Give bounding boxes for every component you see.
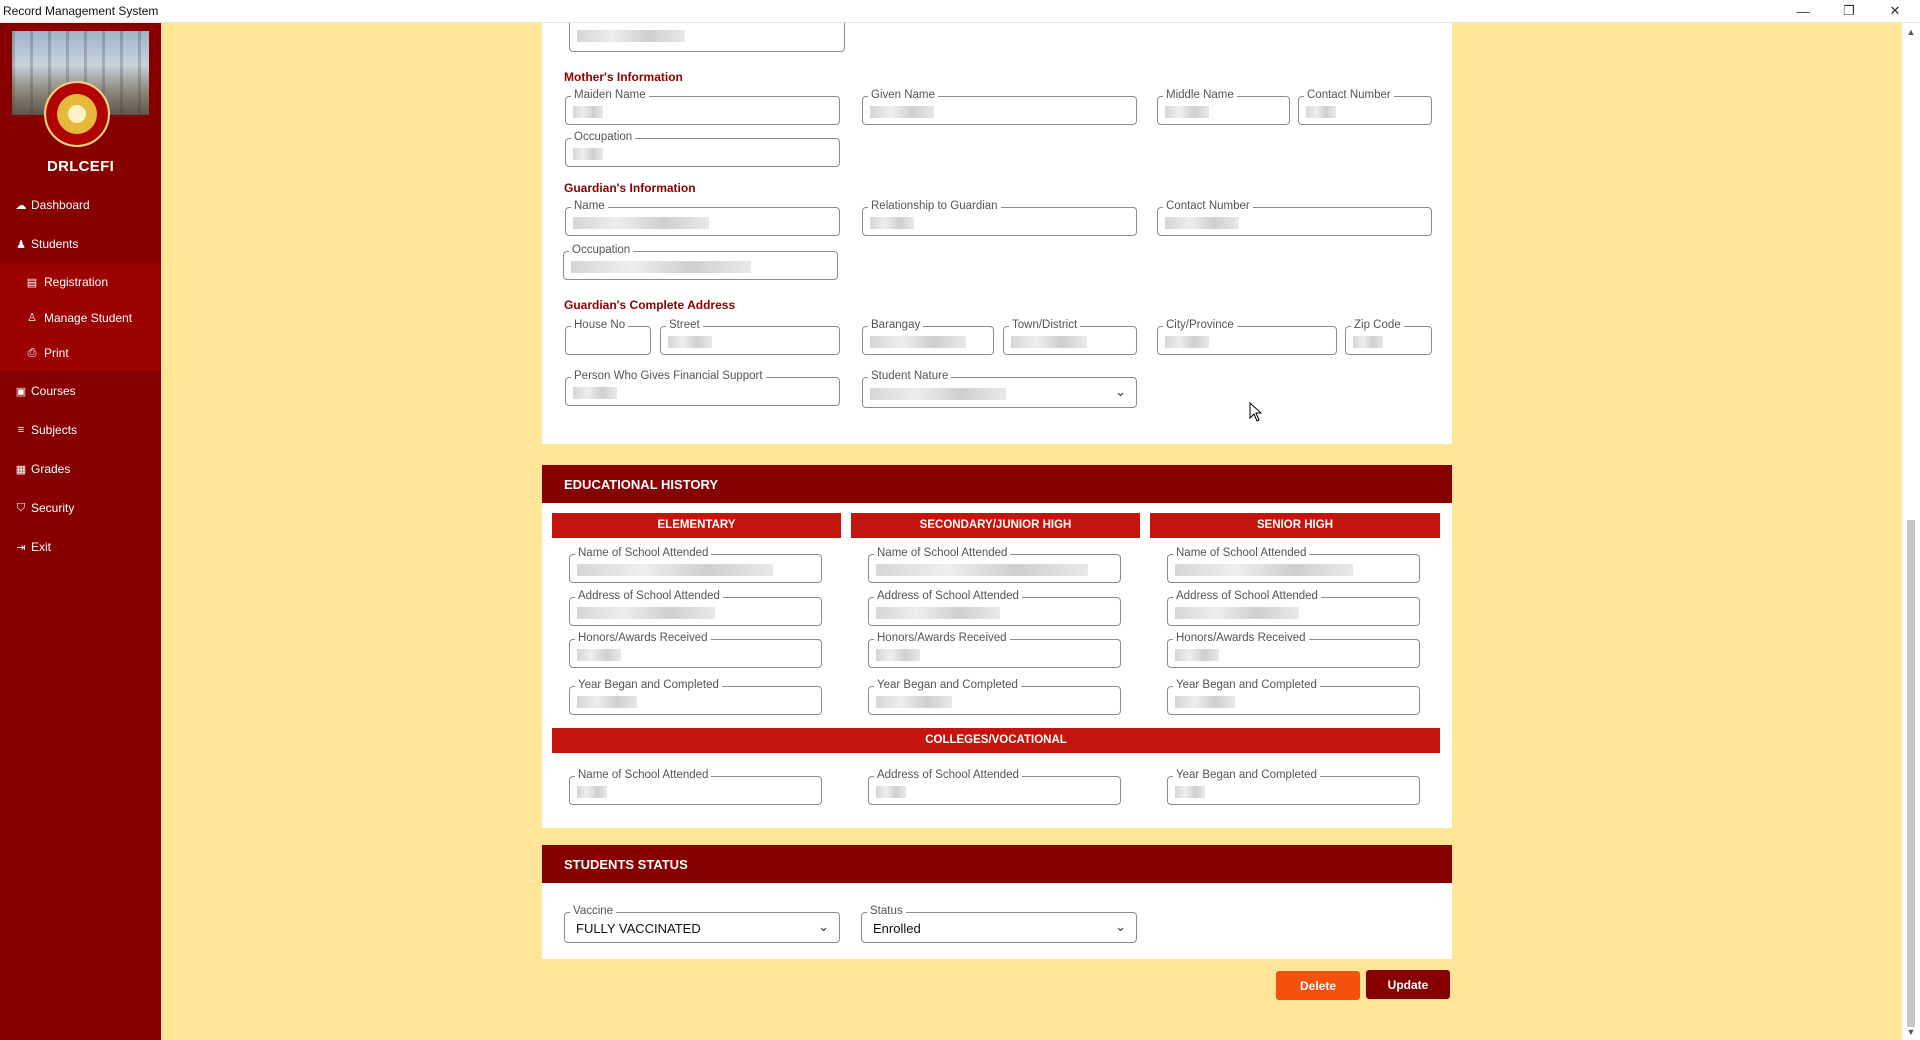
elementary-school-name-field[interactable]: Name of School Attended — [569, 546, 822, 583]
sidebar-item-courses[interactable]: ▣ Courses — [0, 375, 161, 407]
zip-code-field[interactable]: Zip Code — [1345, 318, 1432, 355]
sidebar-item-students[interactable]: ♟ Students — [0, 228, 161, 260]
book-icon: ▣ — [15, 385, 27, 398]
sidebar-item-subjects[interactable]: ≡ Subjects — [0, 414, 161, 446]
sidebar-item-label: Courses — [31, 384, 76, 398]
sidebar-item-label: Security — [31, 501, 75, 515]
sidebar-item-label: Print — [44, 346, 69, 360]
window-title-bar: Record Management System — ❐ ✕ — [0, 0, 1920, 23]
secondary-school-name-field[interactable]: Name of School Attended — [868, 546, 1121, 583]
city-province-field[interactable]: City/Province — [1157, 318, 1337, 355]
guardian-section-title: Guardian's Information — [564, 181, 696, 195]
address-section-title: Guardian's Complete Address — [564, 298, 736, 312]
sidebar-item-manage-student[interactable]: ♙ Manage Student — [0, 300, 161, 335]
sidebar-item-label: Dashboard — [31, 198, 90, 212]
senior-school-address-field[interactable]: Address of School Attended — [1167, 589, 1420, 626]
mother-section-title: Mother's Information — [564, 70, 683, 84]
college-school-name-field[interactable]: Name of School Attended — [569, 768, 822, 805]
sidebar-item-dashboard[interactable]: ☁ Dashboard — [0, 189, 161, 221]
status-select[interactable]: Status Enrolled ⌄ — [861, 904, 1137, 943]
senior-high-column: Name of School Attended Address of Schoo… — [1150, 538, 1440, 721]
college-header: COLLEGES/VOCATIONAL — [552, 728, 1440, 753]
family-info-card: Mother's Information Maiden Name Given N… — [542, 23, 1452, 444]
sidebar-item-exit[interactable]: ⇥ Exit — [0, 531, 161, 563]
sidebar-item-print[interactable]: ⎙ Print — [0, 335, 161, 371]
chevron-down-icon: ⌄ — [1115, 919, 1126, 934]
mother-contact-number-field[interactable]: Contact Number — [1298, 88, 1432, 125]
student-nature-select[interactable]: Student Nature ⌄ — [862, 369, 1137, 408]
sidebar-brand: DRLCEFI — [46, 158, 115, 175]
sidebar-item-security[interactable]: ⛉ Security — [0, 492, 161, 524]
sidebar-item-registration[interactable]: ▤ Registration — [0, 264, 161, 300]
mother-occupation-field[interactable]: Occupation — [565, 130, 840, 167]
educational-history-header: EDUCATIONAL HISTORY — [542, 465, 1452, 503]
report-icon: ▦ — [15, 463, 27, 476]
students-status-card: Vaccine FULLY VACCINATED ⌄ Status Enrolled ⌄ — [542, 883, 1452, 959]
sidebar-item-label: Students — [31, 237, 79, 251]
chevron-down-icon: ⌄ — [818, 919, 829, 934]
house-no-field[interactable]: House No — [565, 318, 651, 355]
barangay-field[interactable]: Barangay — [862, 318, 994, 355]
previous-field[interactable] — [569, 23, 845, 52]
elementary-honors-field[interactable]: Honors/Awards Received — [569, 631, 822, 668]
secondary-column: Name of School Attended Address of Schoo… — [851, 538, 1140, 721]
senior-years-field[interactable]: Year Began and Completed — [1167, 678, 1420, 715]
senior-high-header: SENIOR HIGH — [1150, 513, 1440, 538]
town-district-field[interactable]: Town/District — [1003, 318, 1137, 355]
scroll-thumb[interactable] — [1907, 520, 1915, 1027]
dashboard-icon: ☁ — [15, 199, 27, 212]
user-edit-icon: ♙ — [27, 312, 37, 324]
scroll-up-icon[interactable]: ▲ — [1902, 27, 1920, 37]
college-school-address-field[interactable]: Address of School Attended — [868, 768, 1121, 805]
college-years-field[interactable]: Year Began and Completed — [1167, 768, 1420, 805]
elementary-school-address-field[interactable]: Address of School Attended — [569, 589, 822, 626]
guardian-name-field[interactable]: Name — [565, 199, 840, 236]
street-field[interactable]: Street — [660, 318, 840, 355]
guardian-contact-number-field[interactable]: Contact Number — [1157, 199, 1432, 236]
exit-icon: ⇥ — [16, 541, 26, 554]
window-title: Record Management System — [3, 4, 159, 18]
mother-middle-name-field[interactable]: Middle Name — [1157, 88, 1290, 125]
mother-given-name-field[interactable]: Given Name — [862, 88, 1137, 125]
sidebar-item-label: Registration — [44, 275, 109, 289]
secondary-school-address-field[interactable]: Address of School Attended — [868, 589, 1121, 626]
close-button[interactable]: ✕ — [1872, 0, 1918, 22]
elementary-column: Name of School Attended Address of Schoo… — [552, 538, 841, 721]
user-icon: ♟ — [16, 238, 26, 251]
secondary-honors-field[interactable]: Honors/Awards Received — [868, 631, 1121, 668]
sidebar: DRLCEFI ☁ Dashboard ♟ Students ▤ Registrati… — [0, 23, 161, 1040]
printer-icon: ⎙ — [27, 346, 37, 359]
scroll-down-icon[interactable]: ▼ — [1902, 1027, 1920, 1037]
elementary-years-field[interactable]: Year Began and Completed — [569, 678, 822, 715]
secondary-header: SECONDARY/JUNIOR HIGH — [851, 513, 1140, 538]
restore-button[interactable]: ❐ — [1826, 0, 1872, 22]
sidebar-item-label: Exit — [31, 540, 52, 554]
chevron-down-icon: ⌄ — [1115, 384, 1126, 399]
guardian-relationship-field[interactable]: Relationship to Guardian — [862, 199, 1137, 236]
update-button[interactable]: Update — [1366, 970, 1450, 999]
school-seal-logo — [44, 81, 110, 147]
mouse-cursor-icon — [1249, 402, 1263, 422]
financial-support-field[interactable]: Person Who Gives Financial Support — [565, 369, 840, 406]
educational-history-card: ELEMENTARY Name of School Attended Addre… — [542, 503, 1452, 828]
vaccine-select[interactable]: Vaccine FULLY VACCINATED ⌄ — [564, 904, 840, 943]
delete-button[interactable]: Delete — [1276, 971, 1360, 1000]
elementary-header: ELEMENTARY — [552, 513, 841, 538]
students-status-header: STUDENTS STATUS — [542, 845, 1452, 883]
shield-icon: ⛉ — [16, 501, 26, 514]
minimize-button[interactable]: — — [1780, 0, 1826, 22]
sidebar-item-label: Subjects — [31, 423, 78, 437]
guardian-occupation-field[interactable]: Occupation — [563, 243, 838, 280]
vertical-scrollbar[interactable]: ▲ ▼ — [1902, 23, 1920, 1040]
senior-school-name-field[interactable]: Name of School Attended — [1167, 546, 1420, 583]
list-icon: ≡ — [17, 424, 25, 436]
sidebar-item-grades[interactable]: ▦ Grades — [0, 453, 161, 485]
secondary-years-field[interactable]: Year Began and Completed — [868, 678, 1121, 715]
form-icon: ▤ — [26, 276, 38, 289]
mother-maiden-name-field[interactable]: Maiden Name — [565, 88, 840, 125]
sidebar-item-label: Manage Student — [44, 310, 133, 325]
senior-honors-field[interactable]: Honors/Awards Received — [1167, 631, 1420, 668]
sidebar-item-label: Grades — [31, 462, 71, 476]
